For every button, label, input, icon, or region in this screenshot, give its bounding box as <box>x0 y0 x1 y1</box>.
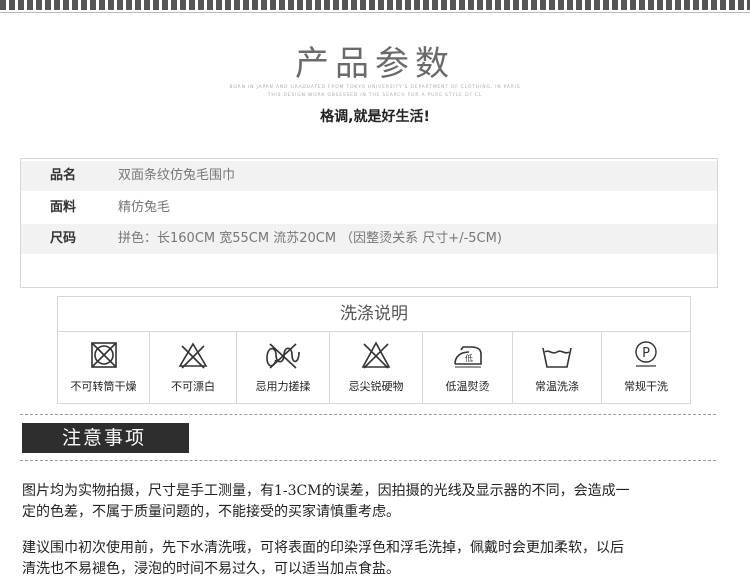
low-iron-icon: 低 <box>454 346 482 368</box>
wash-label: 忌尖锐硬物 <box>348 380 404 393</box>
spec-row-fabric: 面料 精仿兔毛 <box>21 193 717 223</box>
spec-key: 品名 <box>50 168 77 183</box>
page-title: 产品参数 <box>295 44 455 84</box>
normal-wash-icon <box>542 347 572 368</box>
tagline: 格调,就是好生活! <box>320 109 430 125</box>
wash-title: 洗涤说明 <box>58 297 690 332</box>
notice-line: 建议围巾初次使用前，先下水清洗哦，可将表面的印染浮色和浮毛洗掉，佩戴时会更加柔软… <box>22 540 624 556</box>
notice-heading: 注意事项 <box>22 423 189 453</box>
no-bleach-icon <box>178 342 208 369</box>
no-tumble-dry-icon <box>91 342 117 368</box>
wash-label: 低温熨烫 <box>445 380 490 393</box>
wash-label: 忌用力搓揉 <box>255 380 311 393</box>
wash-item-dry-clean: P 常规干洗 <box>602 332 690 403</box>
wash-item-normal-wash: 常温洗涤 <box>513 332 602 403</box>
low-iron-icon-text: 低 <box>465 353 473 363</box>
wash-label: 常规干洗 <box>624 380 668 393</box>
spec-row-empty <box>21 256 717 286</box>
notice-line: 定的色差，不属于质量问题的，不能接受的买家请慎重考虑。 <box>22 504 400 520</box>
dry-clean-icon: P <box>635 341 657 367</box>
notice-line: 图片均为实物拍摄，尺寸是手工测量，有1-3CM的误差，因拍摄的光线及显示器的不同… <box>22 483 630 499</box>
wash-item-no-wring: 忌用力搓揉 <box>237 332 330 403</box>
spec-table: 品名 双面条纹仿兔毛围巾 面料 精仿兔毛 尺码 拼色：长160CM 宽55CM … <box>20 158 718 288</box>
no-wring-icon <box>266 343 300 369</box>
spec-value: 精仿兔毛 <box>118 200 171 215</box>
top-divider-line <box>0 12 750 13</box>
wash-item-low-iron: 低 低温熨烫 <box>423 332 513 403</box>
notice-top-divider <box>20 414 716 415</box>
title-english-subline-2: THIS DESIGN WORK OBSESSED IN THE SEARCH … <box>267 93 483 98</box>
title-english-subline: BORN IN JAPAN AND GRADUATED FROM TOKYO U… <box>229 85 521 90</box>
wash-instructions-box: 洗涤说明 不可转筒干燥 不可漂白 忌用力搓揉 忌尖锐硬物 低 低温熨烫 常温洗涤… <box>57 296 691 404</box>
wash-item-no-sharp-objects: 忌尖锐硬物 <box>330 332 423 403</box>
spec-key: 尺码 <box>50 231 77 246</box>
top-decorative-border <box>0 0 750 10</box>
notice-line: 清洗也不易褪色，浸泡的时间不易过久，可以适当加点食盐。 <box>22 561 400 577</box>
spec-row-size: 尺码 拼色：长160CM 宽55CM 流苏20CM （因整烫关系 尺寸+/-5C… <box>21 224 717 254</box>
no-sharp-objects-icon <box>361 341 391 369</box>
spec-value: 拼色：长160CM 宽55CM 流苏20CM （因整烫关系 尺寸+/-5CM) <box>118 231 502 246</box>
wash-item-no-bleach: 不可漂白 <box>150 332 237 403</box>
wash-label: 不可漂白 <box>171 380 215 393</box>
notice-paragraph-2: 建议围巾初次使用前，先下水清洗哦，可将表面的印染浮色和浮毛洗掉，佩戴时会更加柔软… <box>22 538 722 580</box>
notice-paragraph-1: 图片均为实物拍摄，尺寸是手工测量，有1-3CM的误差，因拍摄的光线及显示器的不同… <box>22 481 722 523</box>
wash-item-no-tumble-dry: 不可转筒干燥 <box>58 332 150 403</box>
wash-label: 不可转筒干燥 <box>70 380 137 393</box>
dry-clean-icon-text: P <box>642 346 650 361</box>
spec-key: 面料 <box>50 200 77 215</box>
spec-value: 双面条纹仿兔毛围巾 <box>118 168 236 183</box>
wash-label: 常温洗涤 <box>535 380 579 393</box>
notice-bottom-divider <box>20 460 716 461</box>
spec-row-name: 品名 双面条纹仿兔毛围巾 <box>21 161 717 191</box>
